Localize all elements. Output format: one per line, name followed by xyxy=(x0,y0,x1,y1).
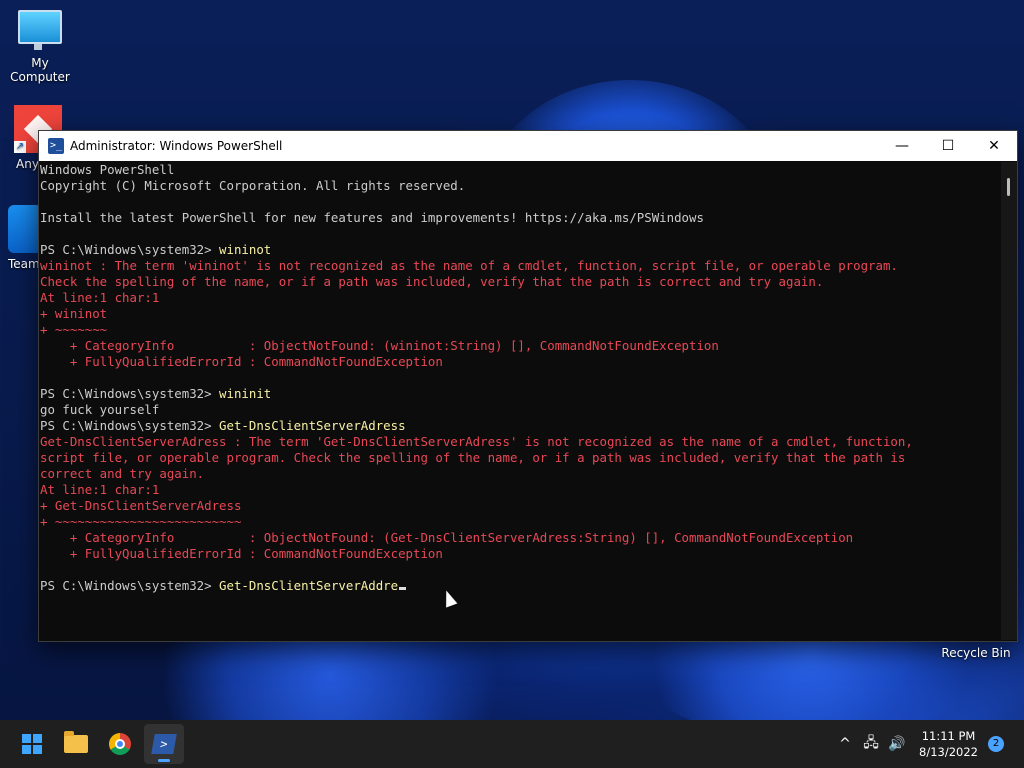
clock-date: 8/13/2022 xyxy=(919,745,978,759)
console-command: Get-DnsClientServerAdress xyxy=(219,418,406,433)
powershell-icon: >_ xyxy=(48,138,64,154)
console-line: + ~~~~~~~~~~~~~~~~~~~~~~~~~ xyxy=(40,514,242,529)
console-command: Get-DnsClientServerAddre xyxy=(219,578,399,593)
minimize-button[interactable]: — xyxy=(879,131,925,161)
notification-badge[interactable]: 2 xyxy=(988,736,1004,752)
console-line: + FullyQualifiedErrorId : CommandNotFoun… xyxy=(40,546,443,561)
console-line: PS C:\Windows\system32> wininit xyxy=(39,386,1001,402)
console-line: + FullyQualifiedErrorId : CommandNotFoun… xyxy=(40,354,443,369)
desktop-icon-recycle-bin[interactable]: Recycle Bin xyxy=(936,646,1016,660)
console-prompt: PS C:\Windows\system32> xyxy=(40,242,220,257)
console-prompt: PS C:\Windows\system32> xyxy=(40,418,220,433)
console-scrollbar[interactable] xyxy=(1001,162,1017,640)
start-button[interactable] xyxy=(12,724,52,764)
console-line: Check the spelling of the name, or if a … xyxy=(40,274,824,289)
console-line: + ~~~~~~~ xyxy=(40,322,108,337)
desktop-icon-label: My Computer xyxy=(10,56,70,84)
taskbar-file-explorer[interactable] xyxy=(56,724,96,764)
console-line: Windows PowerShell xyxy=(40,162,175,177)
windows-logo-icon xyxy=(22,734,42,754)
desktop-icon-my-computer[interactable]: My Computer xyxy=(0,10,80,84)
text-cursor xyxy=(399,587,407,590)
clock-time: 11:11 PM xyxy=(921,729,976,743)
console-line: Install the latest PowerShell for new fe… xyxy=(40,210,704,225)
console-line: + Get-DnsClientServerAdress xyxy=(40,498,242,513)
console-line: wininot : The term 'wininot' is not reco… xyxy=(40,258,898,273)
window-title: Administrator: Windows PowerShell xyxy=(70,139,283,153)
taskbar-chrome[interactable] xyxy=(100,724,140,764)
desktop-icon-label: Recycle Bin xyxy=(941,646,1011,660)
console-line: go fuck yourself xyxy=(40,402,160,417)
computer-icon xyxy=(18,10,62,50)
powershell-icon: > xyxy=(151,734,177,754)
console-line: At line:1 char:1 xyxy=(40,290,160,305)
clock[interactable]: 11:11 PM 8/13/2022 xyxy=(919,728,978,760)
console-output[interactable]: Windows PowerShell Copyright (C) Microsof… xyxy=(39,162,1001,640)
console-line: + CategoryInfo : ObjectNotFound: (Get-Dn… xyxy=(40,530,854,545)
console-line: Get-DnsClientServerAdress : The term 'Ge… xyxy=(40,434,913,449)
console-line: Copyright (C) Microsoft Corporation. All… xyxy=(40,178,466,193)
chevron-up-icon[interactable]: ^ xyxy=(833,736,857,752)
taskbar-powershell[interactable]: > xyxy=(144,724,184,764)
scrollbar-thumb[interactable] xyxy=(1007,178,1010,196)
close-button[interactable]: ✕ xyxy=(971,131,1017,161)
console-command: wininot xyxy=(219,242,272,257)
console-line: script file, or operable program. Check … xyxy=(40,450,906,465)
console-line: correct and try again. xyxy=(40,466,205,481)
window-titlebar[interactable]: >_ Administrator: Windows PowerShell — ☐… xyxy=(39,131,1017,161)
shortcut-arrow-icon: ↗ xyxy=(14,141,26,153)
folder-icon xyxy=(64,731,88,753)
console-line: + wininot xyxy=(40,306,108,321)
console-line: PS C:\Windows\system32> Get-DnsClientSer… xyxy=(39,418,1001,434)
taskbar: > ^ 🖧 🔊 11:11 PM 8/13/2022 2 xyxy=(0,720,1024,768)
console-line: + CategoryInfo : ObjectNotFound: (winino… xyxy=(40,338,719,353)
maximize-button[interactable]: ☐ xyxy=(925,131,971,161)
powershell-window[interactable]: >_ Administrator: Windows PowerShell — ☐… xyxy=(38,130,1018,642)
console-command: wininit xyxy=(219,386,272,401)
chrome-icon xyxy=(109,733,131,755)
console-line: At line:1 char:1 xyxy=(40,482,160,497)
console-prompt: PS C:\Windows\system32> xyxy=(40,578,220,593)
network-icon[interactable]: 🖧 xyxy=(859,732,883,756)
console-line: PS C:\Windows\system32> Get-DnsClientSer… xyxy=(39,578,1001,594)
console-line: PS C:\Windows\system32> wininot xyxy=(39,242,1001,258)
volume-icon[interactable]: 🔊 xyxy=(885,736,909,752)
teamviewer-icon xyxy=(8,205,42,253)
console-prompt: PS C:\Windows\system32> xyxy=(40,386,220,401)
window-controls: — ☐ ✕ xyxy=(879,131,1017,161)
system-tray: ^ 🖧 🔊 11:11 PM 8/13/2022 2 xyxy=(833,720,1024,768)
